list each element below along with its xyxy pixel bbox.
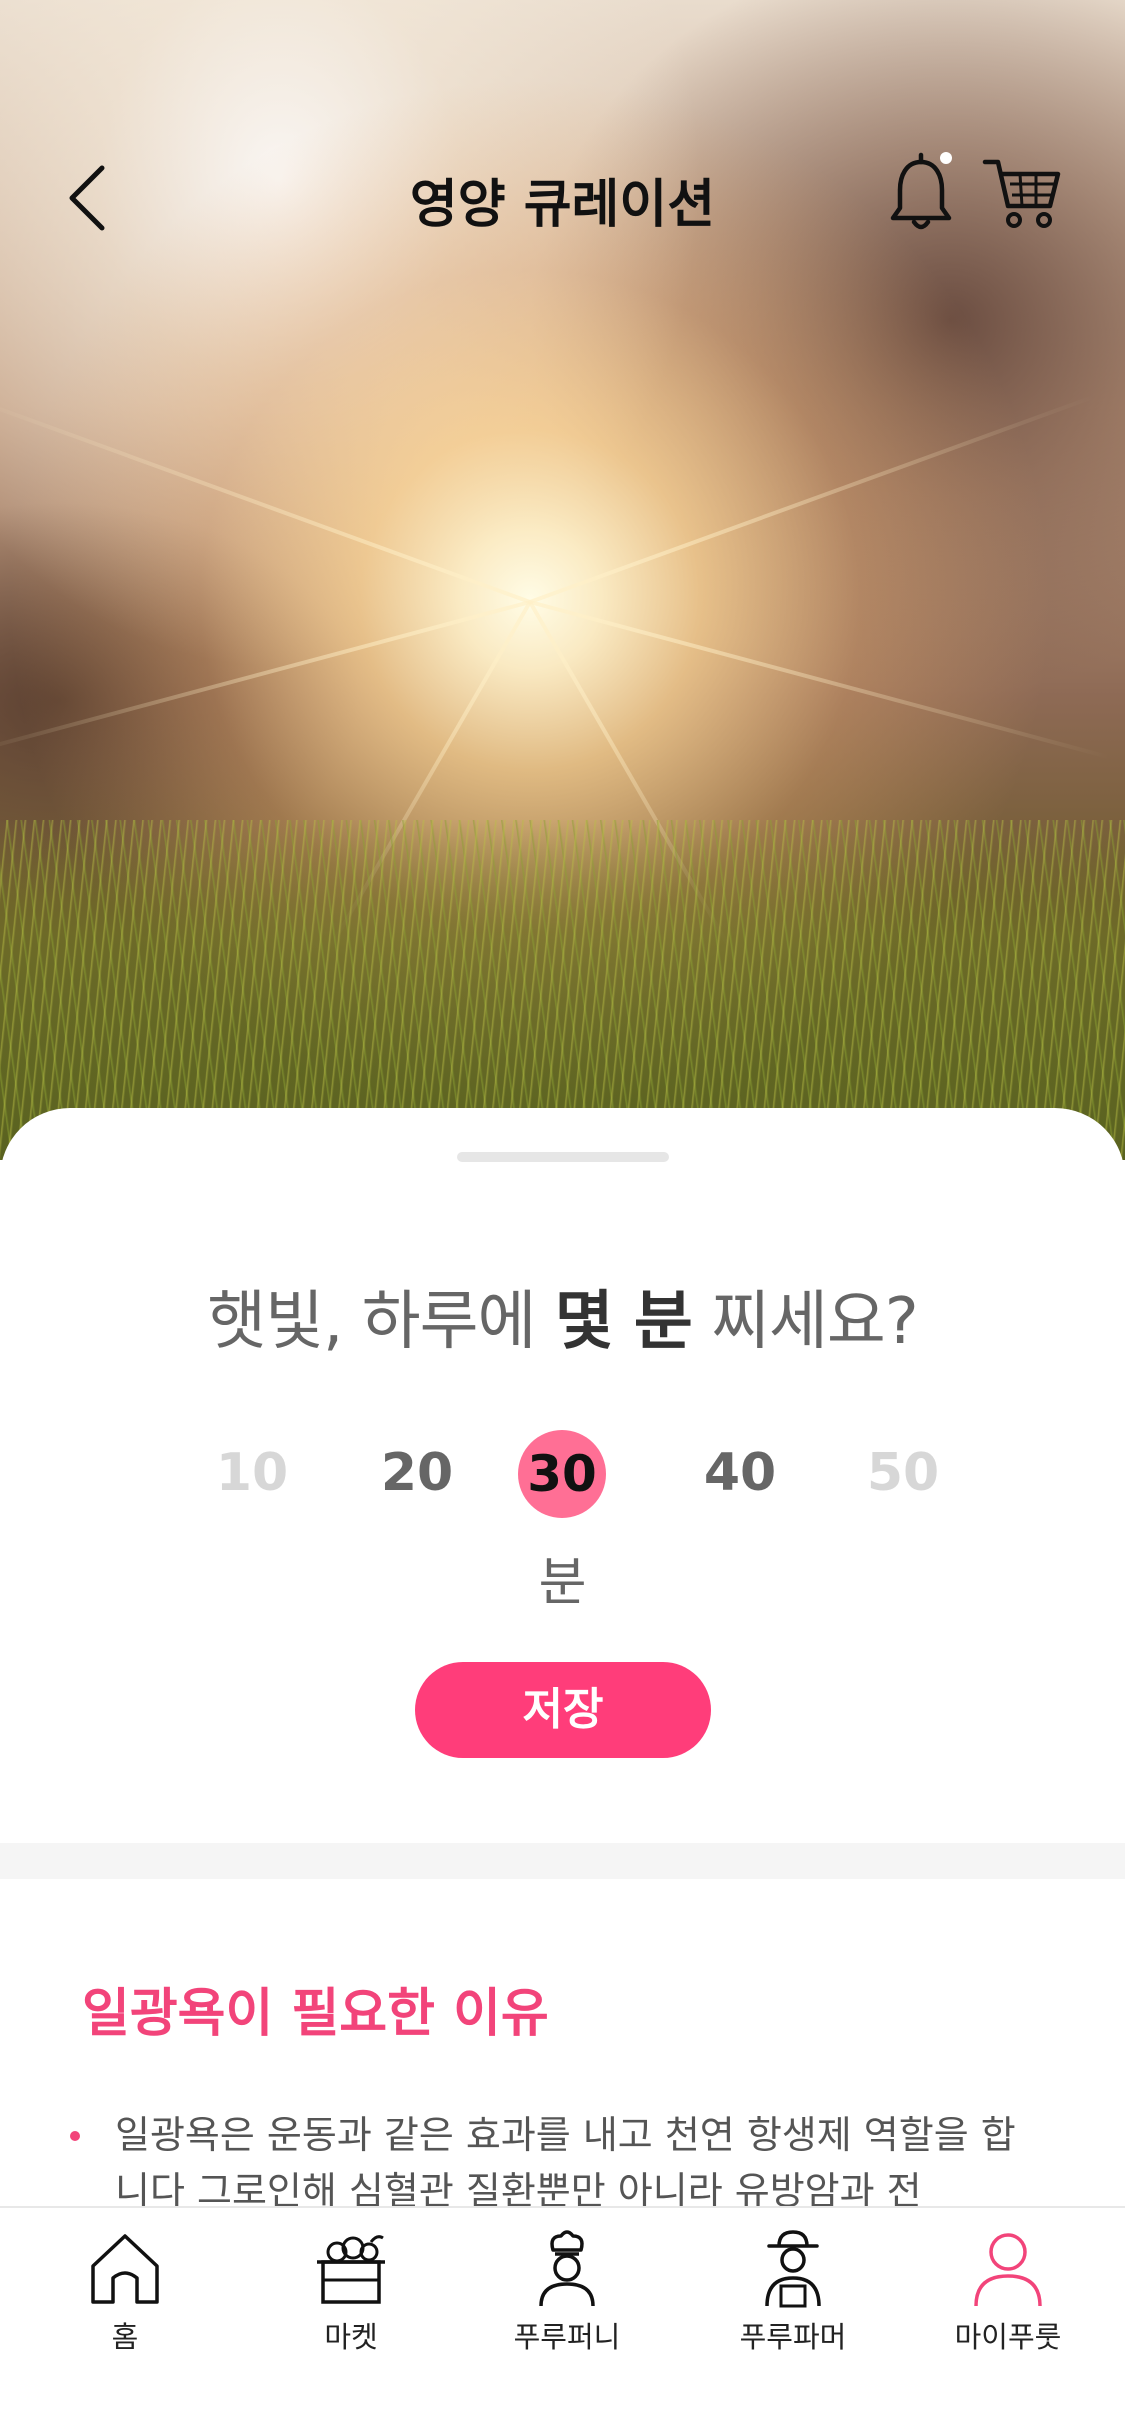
tab-label-myfruit: 마이푸룻: [954, 2320, 1062, 2354]
tab-purufarmer[interactable]: 푸루파머: [703, 2228, 883, 2378]
question-emphasis: 몇 분: [554, 1285, 693, 1359]
farmer-icon: [765, 2230, 821, 2308]
question-prefix: 햇빛, 하루에: [207, 1285, 555, 1359]
tab-label-purufarmer: 푸루파머: [739, 2320, 847, 2354]
bullet-dot: [70, 2131, 80, 2141]
sunlight-time-sheet: 햇빛, 하루에 몇 분 찌세요? 10 20 30 40 50 분 저장: [0, 1108, 1125, 1843]
tab-home[interactable]: 홈: [35, 2228, 215, 2378]
home-icon: [91, 2234, 159, 2304]
tab-purufunny[interactable]: 푸루퍼니: [477, 2228, 657, 2378]
save-button[interactable]: 저장: [415, 1662, 711, 1758]
cart-button[interactable]: [982, 154, 1062, 234]
sunlight-question: 햇빛, 하루에 몇 분 찌세요?: [0, 1270, 1125, 1362]
section-divider: [0, 1843, 1125, 1879]
info-title: 일광욕이 필요한 이유: [82, 1984, 549, 2044]
picker-option-40[interactable]: 40: [680, 1428, 800, 1518]
user-icon: [974, 2233, 1042, 2307]
picker-option-50[interactable]: 50: [843, 1428, 963, 1518]
cart-icon: [982, 159, 1061, 228]
sheet-drag-handle[interactable]: [457, 1152, 669, 1162]
minutes-picker[interactable]: 10 20 30 40 50: [0, 1428, 1125, 1548]
sunbathing-info-section: 일광욕이 필요한 이유 일광욕은 운동과 같은 효과를 내고 천연 항생제 역할…: [0, 1879, 1125, 2209]
tab-label-market: 마켓: [324, 2320, 378, 2354]
bell-icon: [890, 152, 952, 230]
app-header: 영양 큐레이션: [0, 140, 1125, 250]
minutes-unit-label: 분: [538, 1553, 587, 1613]
picker-option-20[interactable]: 20: [357, 1428, 477, 1518]
picker-option-30-selected[interactable]: 30: [518, 1430, 606, 1518]
question-suffix: 찌세요?: [691, 1285, 919, 1359]
tab-myfruit[interactable]: 마이푸룻: [918, 2228, 1098, 2378]
info-bullet-text: 일광욕은 운동과 같은 효과를 내고 천연 항생제 역할을 합니다 그로인해 심…: [115, 2113, 1016, 2209]
picker-option-10[interactable]: 10: [192, 1428, 312, 1518]
bottom-tab-bar: 홈 마켓 푸루퍼니 푸루파머 마이푸룻: [0, 2206, 1125, 2436]
tab-label-purufunny: 푸루퍼니: [513, 2320, 621, 2354]
market-basket-icon: [317, 2235, 385, 2304]
tab-market[interactable]: 마켓: [261, 2228, 441, 2378]
notification-button[interactable]: [888, 150, 958, 236]
chef-icon: [539, 2230, 595, 2307]
tab-label-home: 홈: [111, 2320, 139, 2354]
